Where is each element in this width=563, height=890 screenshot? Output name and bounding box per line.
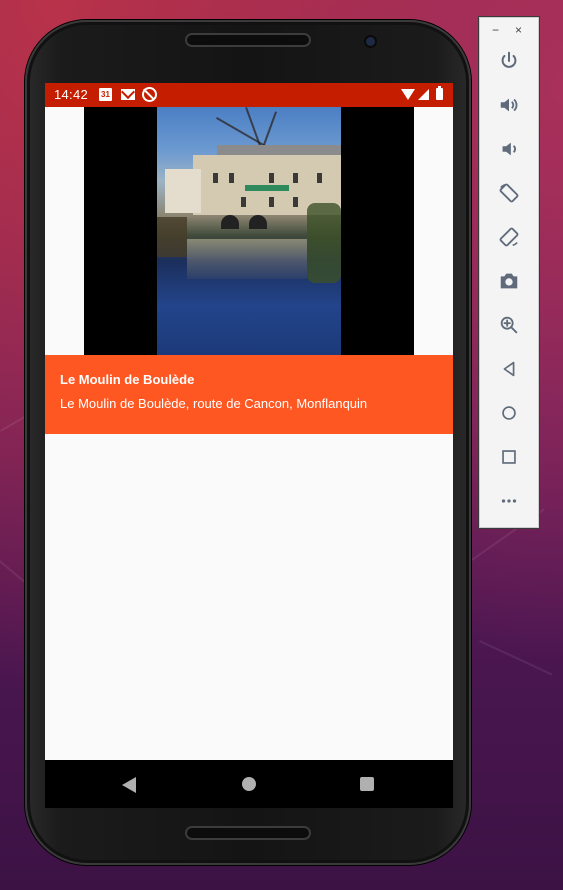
battery-icon <box>436 86 443 100</box>
place-address: Le Moulin de Boulède, route de Cancon, M… <box>60 396 368 411</box>
back-icon[interactable] <box>122 777 136 793</box>
recent-apps-icon[interactable] <box>360 777 374 791</box>
place-card[interactable]: Le Moulin de Boulède Le Moulin de Boulèd… <box>45 355 453 434</box>
overview-icon[interactable] <box>494 442 524 472</box>
status-time: 14:42 <box>54 87 89 102</box>
background-line <box>479 640 553 676</box>
phone-device: 14:42 31 Le Moulin de Boulède Le Moulin … <box>25 20 471 865</box>
close-button[interactable]: × <box>515 23 522 37</box>
minimize-button[interactable]: − <box>492 23 499 37</box>
place-title: Le Moulin de Boulède <box>60 372 195 387</box>
data-saver-icon <box>142 87 157 102</box>
back-icon[interactable] <box>494 354 524 384</box>
front-camera <box>366 37 375 46</box>
wifi-icon <box>401 89 415 100</box>
emulator-toolbar: − × <box>479 17 539 528</box>
bottom-speaker <box>185 826 311 840</box>
camera-icon[interactable] <box>494 266 524 296</box>
zoom-icon[interactable] <box>494 310 524 340</box>
rotate-left-icon[interactable] <box>494 178 524 208</box>
status-bar: 14:42 31 <box>45 83 453 107</box>
photo-container[interactable] <box>84 107 414 355</box>
rotate-right-icon[interactable] <box>494 222 524 252</box>
home-icon[interactable] <box>242 777 256 791</box>
top-speaker <box>185 33 311 47</box>
android-nav-bar <box>45 760 453 808</box>
volume-down-icon[interactable] <box>494 134 524 164</box>
volume-up-icon[interactable] <box>494 90 524 120</box>
cell-signal-icon <box>418 89 429 100</box>
phone-screen: 14:42 31 Le Moulin de Boulède Le Moulin … <box>45 83 453 808</box>
home-icon[interactable] <box>494 398 524 428</box>
gmail-icon <box>121 89 135 100</box>
more-icon[interactable] <box>494 486 524 516</box>
mill-photo <box>157 107 341 355</box>
calendar-icon: 31 <box>99 88 112 101</box>
power-icon[interactable] <box>494 46 524 76</box>
